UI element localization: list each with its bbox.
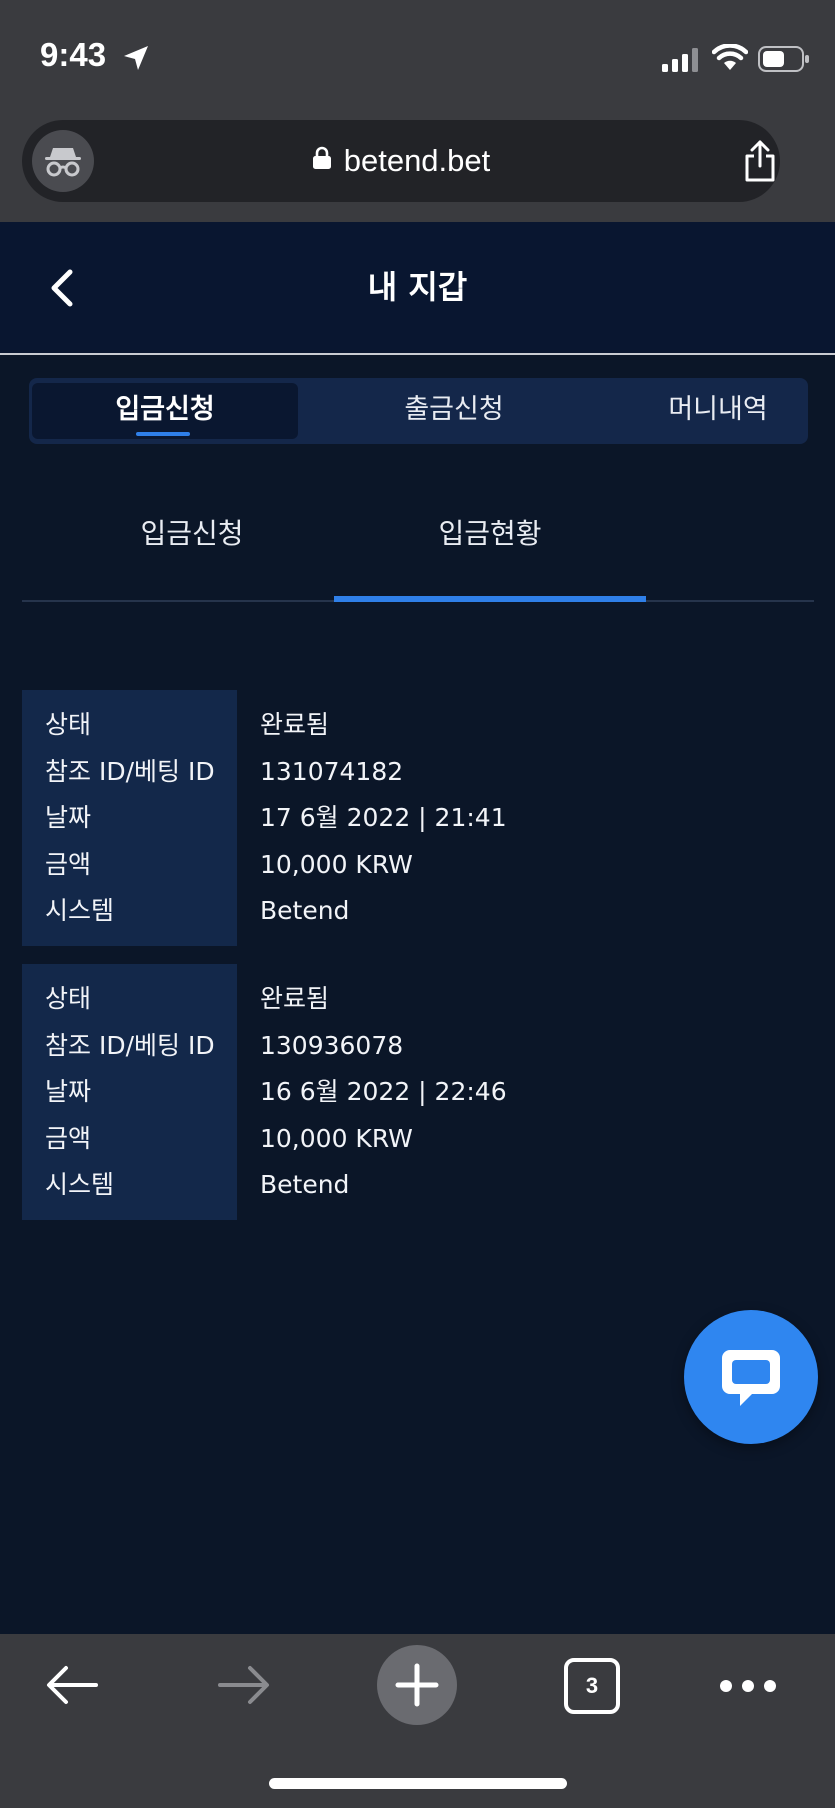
system-value: Betend	[260, 1170, 350, 1199]
page-header: 내 지갑	[0, 222, 835, 355]
subtab-deposit-request[interactable]: 입금신청	[62, 490, 322, 600]
lock-icon	[312, 119, 332, 201]
reference-label: 참조 ID/베팅 ID	[45, 757, 215, 786]
subtab-deposit-status[interactable]: 입금현황	[334, 490, 646, 602]
tab-deposit-request[interactable]: 입금신청	[32, 383, 298, 439]
system-label: 시스템	[45, 1170, 115, 1199]
live-chat-button[interactable]	[684, 1310, 818, 1444]
subtab-label: 입금현황	[438, 517, 542, 550]
battery-icon	[758, 46, 810, 76]
url-field[interactable]: betend.bet	[22, 120, 780, 202]
url-text: betend.bet	[343, 143, 491, 178]
tab-money-history[interactable]: 머니내역	[585, 383, 835, 439]
reference-value: 130936078	[260, 1031, 404, 1060]
share-icon	[745, 140, 775, 182]
main-tabs: 입금신청 출금신청 머니내역	[29, 378, 808, 444]
status-value: 완료됨	[260, 984, 330, 1013]
deposit-record: 상태 완료됨 참조 ID/베팅 ID 130936078 날짜 16 6월 20…	[22, 964, 822, 1220]
location-arrow-icon	[122, 44, 150, 76]
home-indicator	[269, 1778, 567, 1789]
url-display[interactable]: betend.bet	[22, 120, 780, 202]
amount-value: 10,000 KRW	[260, 850, 413, 879]
plus-icon	[395, 1663, 439, 1707]
amount-label: 금액	[45, 1124, 92, 1153]
amount-label: 금액	[45, 850, 92, 879]
date-label: 날짜	[45, 803, 92, 832]
arrow-left-icon	[47, 1666, 98, 1704]
active-tab-indicator	[136, 432, 190, 436]
record-row-date: 날짜 17 6월 2022 | 21:41	[22, 795, 822, 841]
chat-bubble-icon	[722, 1350, 780, 1406]
browser-back-button[interactable]	[42, 1660, 102, 1714]
cellular-signal-icon	[662, 48, 700, 76]
page-title: 내 지갑	[367, 268, 468, 306]
share-button[interactable]	[742, 140, 778, 186]
incognito-button[interactable]	[32, 130, 94, 192]
record-row-amount: 금액 10,000 KRW	[22, 1116, 822, 1162]
arrow-right-icon	[218, 1666, 269, 1704]
tab-label: 입금신청	[115, 394, 215, 425]
more-dots-icon	[720, 1680, 776, 1692]
record-row-status: 상태 완료됨	[22, 976, 822, 1022]
incognito-icon	[45, 148, 81, 177]
status-time: 9:43	[40, 36, 107, 73]
chevron-left-icon	[51, 269, 73, 307]
tab-label: 출금신청	[404, 394, 504, 425]
status-bar: 9:43	[0, 0, 835, 112]
subtab-label: 입금신청	[140, 517, 244, 550]
record-row-reference: 참조 ID/베팅 ID 131074182	[22, 749, 822, 795]
record-row-status: 상태 완료됨	[22, 702, 822, 748]
record-row-reference: 참조 ID/베팅 ID 130936078	[22, 1023, 822, 1069]
reference-value: 131074182	[260, 757, 404, 786]
date-label: 날짜	[45, 1077, 92, 1106]
browser-toolbar: 3	[0, 1634, 835, 1808]
back-button[interactable]	[46, 268, 76, 312]
record-row-system: 시스템 Betend	[22, 888, 822, 934]
browser-forward-button[interactable]	[214, 1660, 274, 1714]
status-label: 상태	[45, 984, 92, 1013]
status-label: 상태	[45, 710, 92, 739]
reference-label: 참조 ID/베팅 ID	[45, 1031, 215, 1060]
deposit-record: 상태 완료됨 참조 ID/베팅 ID 131074182 날짜 17 6월 20…	[22, 690, 822, 946]
tab-label: 머니내역	[668, 394, 768, 425]
tab-switcher-button[interactable]: 3	[564, 1658, 620, 1714]
tab-withdrawal-request[interactable]: 출금신청	[321, 383, 587, 439]
browser-address-bar: betend.bet	[0, 112, 835, 222]
status-value: 완료됨	[260, 710, 330, 739]
new-tab-button[interactable]	[377, 1645, 457, 1725]
record-row-system: 시스템 Betend	[22, 1162, 822, 1208]
system-value: Betend	[260, 896, 350, 925]
wifi-icon	[711, 43, 749, 76]
system-label: 시스템	[45, 896, 115, 925]
more-options-button[interactable]	[718, 1678, 778, 1698]
record-row-amount: 금액 10,000 KRW	[22, 842, 822, 888]
sub-tabs: 입금신청 입금현황	[22, 490, 814, 602]
date-value: 17 6월 2022 | 21:41	[260, 803, 507, 832]
screen: 9:43 betend.bet 내 지갑 입금신청 출금신청 머니내역 입금신청…	[0, 0, 835, 1808]
record-row-date: 날짜 16 6월 2022 | 22:46	[22, 1069, 822, 1115]
active-subtab-indicator	[334, 596, 646, 602]
date-value: 16 6월 2022 | 22:46	[260, 1077, 507, 1106]
amount-value: 10,000 KRW	[260, 1124, 413, 1153]
